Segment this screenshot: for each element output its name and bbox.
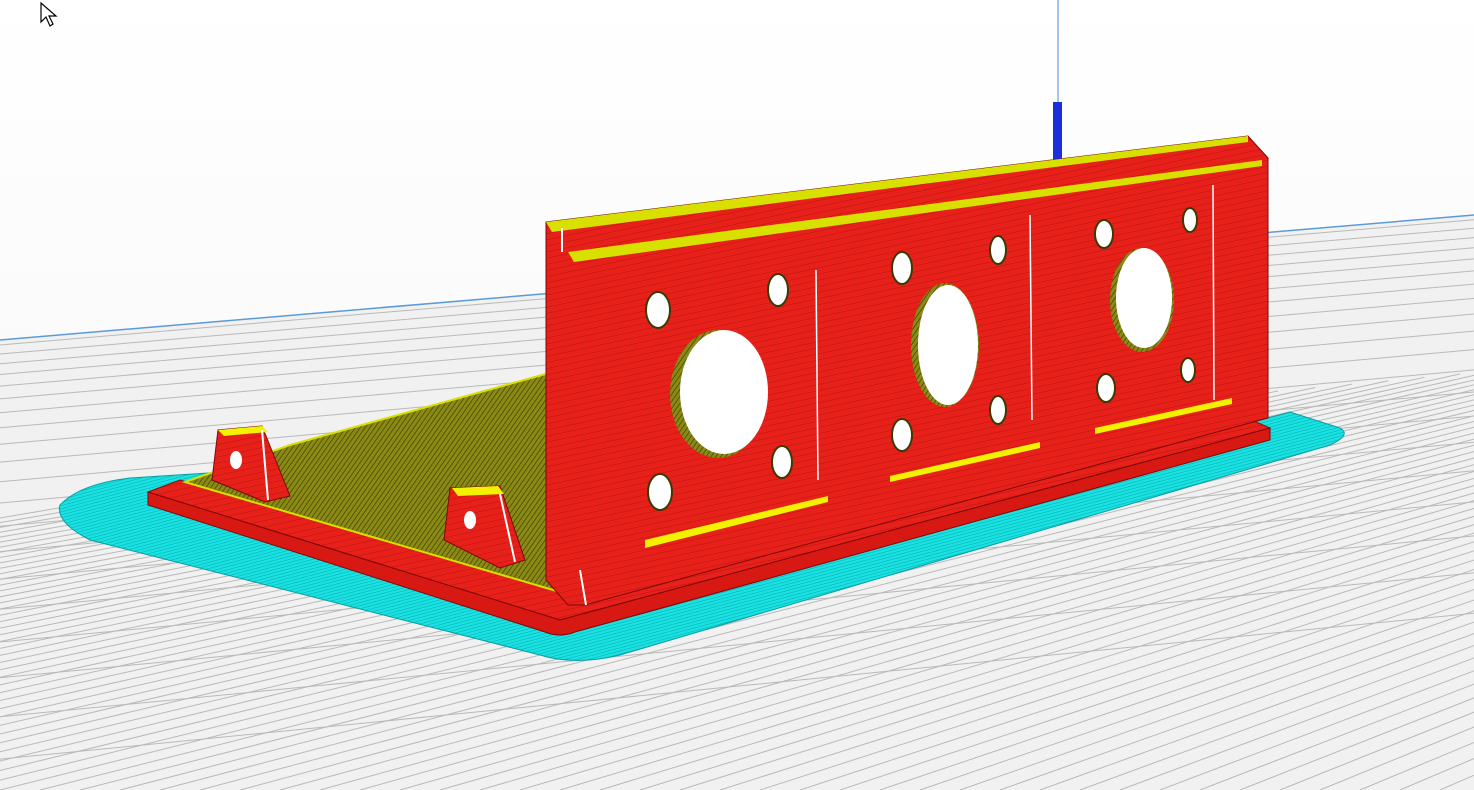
layer-view-scene[interactable] bbox=[0, 0, 1474, 790]
z-axis-indicator bbox=[1053, 0, 1062, 160]
mouse-pointer-icon bbox=[40, 2, 58, 27]
3d-viewport[interactable] bbox=[0, 0, 1474, 790]
